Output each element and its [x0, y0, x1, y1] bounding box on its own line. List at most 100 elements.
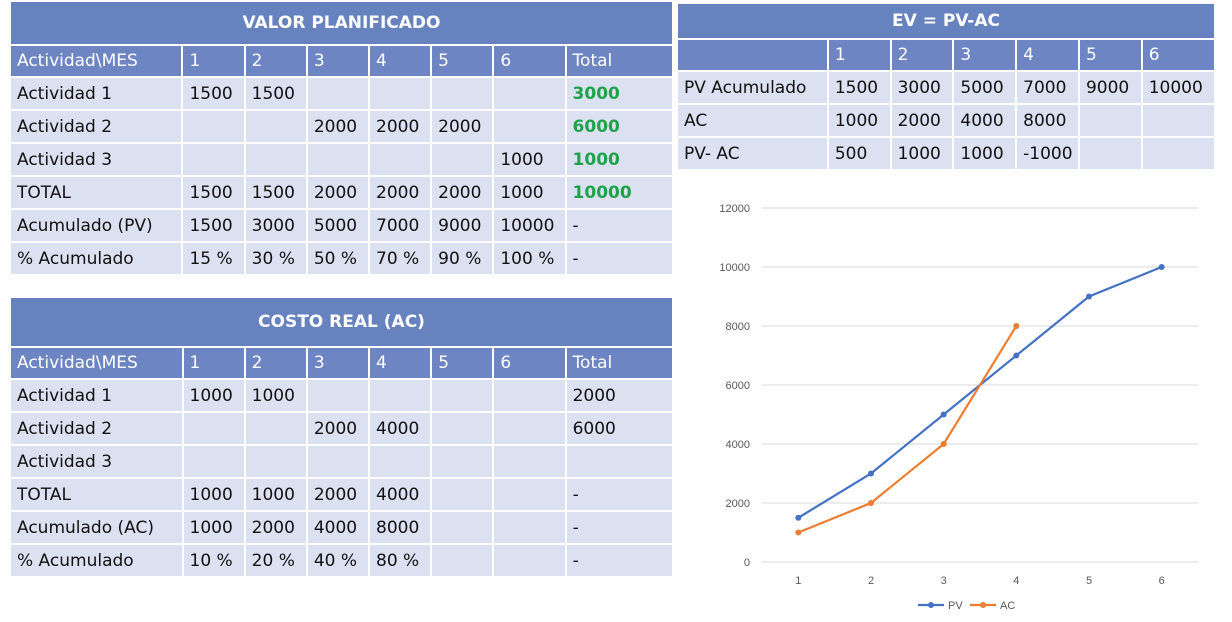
cell: 500: [828, 138, 890, 169]
cell: [370, 446, 431, 477]
header-cell: 3: [307, 46, 368, 76]
cell: 10 %: [183, 545, 244, 576]
cell: 8000: [1017, 105, 1078, 136]
cell: [1079, 138, 1141, 169]
row-label: % Acumulado: [11, 243, 182, 274]
series-line-ac: [797, 325, 1018, 534]
cell: 2000: [370, 111, 431, 142]
legend-label: PV: [948, 600, 963, 612]
cell: 1000: [183, 380, 244, 411]
data-point-pv: [795, 514, 802, 521]
cell: 1500: [245, 177, 306, 208]
header-cell: 3: [307, 348, 369, 378]
y-tick-label: 12000: [719, 203, 750, 215]
table-row: PV Acumulado 1500 3000 5000 7000 9000 10…: [678, 72, 1214, 103]
cell: [370, 380, 431, 411]
cell: -1000: [1017, 138, 1078, 169]
series-line-pv: [797, 265, 1163, 519]
cell: 7000: [1017, 72, 1078, 103]
cell: 5000: [307, 210, 368, 241]
data-point-ac: [1013, 323, 1020, 329]
data-point-pv: [1086, 293, 1092, 300]
table-row: Actividad 1 1500 1500 3000: [11, 78, 672, 109]
row-label: Actividad 1: [11, 380, 182, 411]
cell: [494, 446, 565, 477]
cell: 2000: [891, 105, 953, 136]
cell: [494, 479, 565, 510]
cell: [307, 78, 368, 109]
cell: 1000: [891, 138, 953, 169]
x-tick-label: 4: [1013, 575, 1019, 587]
cell: [494, 380, 565, 411]
header-cell: 6: [1142, 40, 1214, 70]
cell: 1000: [183, 512, 244, 543]
header-cell: 5: [1079, 40, 1141, 70]
cell: [307, 446, 369, 477]
cell: [432, 413, 493, 444]
total-cell: 3000: [566, 78, 672, 109]
header-cell: 2: [891, 40, 953, 70]
header-cell: Actividad\MES: [11, 46, 182, 76]
cell: [494, 111, 565, 142]
data-point-pv: [1013, 352, 1020, 359]
cell: [494, 512, 565, 543]
cell: [494, 78, 565, 109]
cell: 50 %: [307, 243, 368, 274]
cell: 15 %: [183, 243, 244, 274]
cell: 2000: [245, 512, 306, 543]
header-cell: 2: [245, 348, 306, 378]
cell: 100 %: [494, 243, 565, 274]
cell: [432, 380, 493, 411]
total-cell: 1000: [566, 144, 672, 175]
cell: 1000: [828, 105, 890, 136]
cell: [245, 111, 306, 142]
cell: 1000: [245, 479, 306, 510]
table-row: Actividad 3 1000 1000: [11, 144, 672, 175]
cell: [183, 413, 244, 444]
cell: 5000: [954, 72, 1016, 103]
data-point-pv: [868, 470, 874, 477]
cell: 20 %: [245, 545, 306, 576]
total-cell: -: [566, 545, 672, 576]
row-label: Acumulado (PV): [11, 210, 182, 241]
ac-table-header: Actividad\MES 1 2 3 4 5 6 Total: [11, 348, 672, 378]
table-row: Acumulado (PV) 1500 3000 5000 7000 9000 …: [11, 210, 672, 241]
total-cell: 10000: [566, 177, 672, 208]
cell: [432, 545, 493, 576]
cell: 2000: [307, 111, 368, 142]
cell: 1000: [494, 177, 565, 208]
cell: 2000: [432, 177, 493, 208]
cell: 4000: [307, 512, 369, 543]
header-cell: Total: [566, 348, 672, 378]
table-row: Acumulado (AC) 1000 2000 4000 8000 -: [11, 512, 672, 543]
table-row: Actividad 2 2000 2000 2000 6000: [11, 111, 672, 142]
total-cell: -: [566, 243, 672, 274]
cell: [307, 144, 368, 175]
cell: 2000: [307, 177, 368, 208]
cell: [245, 446, 306, 477]
table-row: PV- AC 500 1000 1000 -1000: [678, 138, 1214, 169]
cell: [432, 512, 493, 543]
header-cell: 6: [494, 46, 565, 76]
cell: [307, 380, 369, 411]
cell: 4000: [370, 479, 431, 510]
cell: [494, 413, 565, 444]
y-tick-label: 2000: [726, 498, 750, 510]
cell: [183, 144, 244, 175]
cell: 1000: [954, 138, 1016, 169]
y-tick-label: 6000: [726, 380, 750, 392]
cell: [494, 545, 565, 576]
total-cell: -: [566, 210, 672, 241]
cell: 2000: [432, 111, 493, 142]
pv-table: VALOR PLANIFICADO Actividad\MES 1 2 3 4 …: [9, 0, 674, 276]
header-cell: Actividad\MES: [11, 348, 182, 378]
row-label: AC: [678, 105, 827, 136]
header-cell: 2: [245, 46, 306, 76]
cell: 2000: [307, 413, 369, 444]
header-cell: Total: [566, 46, 672, 76]
table-row: TOTAL 1000 1000 2000 4000 -: [11, 479, 672, 510]
cell: 40 %: [307, 545, 369, 576]
cell: [183, 111, 244, 142]
y-tick-label: 4000: [726, 439, 750, 451]
row-label: Actividad 1: [11, 78, 182, 109]
